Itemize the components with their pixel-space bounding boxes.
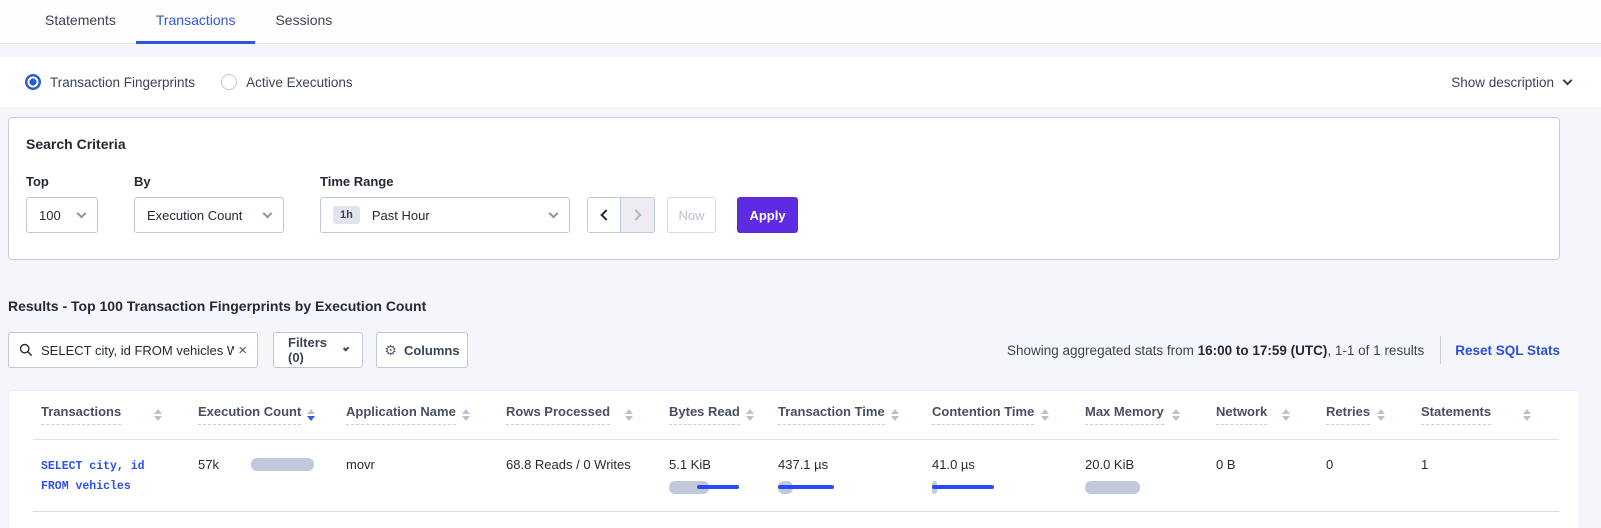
sort-icon[interactable] <box>1282 409 1290 421</box>
columns-label: Columns <box>404 343 460 358</box>
radio-label: Active Executions <box>246 75 353 90</box>
col-header-network[interactable]: Network <box>1208 391 1318 439</box>
clear-search-icon[interactable]: × <box>238 343 247 358</box>
application-name-value: movr <box>346 457 375 472</box>
search-icon <box>19 343 33 357</box>
sort-icon[interactable] <box>746 409 754 421</box>
next-time-range-button[interactable] <box>621 198 654 232</box>
sort-icon[interactable] <box>1041 409 1049 421</box>
sort-icon[interactable] <box>462 409 470 421</box>
filters-label: Filters (0) <box>288 335 336 365</box>
time-range-select[interactable]: 1h Past Hour <box>320 197 570 233</box>
col-header-bytes-read[interactable]: Bytes Read <box>661 391 770 439</box>
search-input[interactable] <box>41 343 234 358</box>
show-description-label: Show description <box>1451 75 1554 90</box>
sort-icon[interactable] <box>1172 409 1180 421</box>
bytes-read-value: 5.1 KiB <box>669 457 711 472</box>
chevron-down-icon <box>549 209 559 219</box>
chevron-down-icon <box>77 209 87 219</box>
chevron-left-icon <box>600 209 611 220</box>
transaction-time-value: 437.1 µs <box>778 457 828 472</box>
execution-count-bar <box>251 458 314 471</box>
page-tabs: Statements Transactions Sessions <box>0 0 1601 44</box>
time-range-field: Time Range 1h Past Hour <box>320 174 570 233</box>
col-header-contention-time[interactable]: Contention Time <box>924 391 1077 439</box>
col-header-transactions[interactable]: Transactions <box>33 391 190 439</box>
show-description-toggle[interactable]: Show description <box>1451 75 1571 90</box>
max-memory-value: 20.0 KiB <box>1085 457 1134 472</box>
statements-value: 1 <box>1421 457 1428 472</box>
results-table-panel: Transactions Execution Count Application… <box>8 390 1580 528</box>
aggregated-stats-text: Showing aggregated stats from 16:00 to 1… <box>1007 343 1424 358</box>
col-header-execution-count[interactable]: Execution Count <box>190 391 338 439</box>
now-button[interactable]: Now <box>667 197 716 233</box>
col-header-max-memory[interactable]: Max Memory <box>1077 391 1208 439</box>
bytes-read-bar <box>669 481 741 494</box>
search-criteria-card: Search Criteria Top 100 By Execution Cou… <box>8 117 1560 260</box>
divider <box>1440 336 1441 364</box>
contention-time-bar <box>932 481 1004 494</box>
chevron-right-icon <box>630 209 641 220</box>
gear-icon: ⚙ <box>384 342 397 359</box>
time-range-value: Past Hour <box>372 208 430 223</box>
by-value: Execution Count <box>147 208 242 223</box>
execution-count-value: 57k <box>198 457 219 472</box>
col-header-application-name[interactable]: Application Name <box>338 391 498 439</box>
filters-button[interactable]: Filters (0) <box>273 332 363 368</box>
results-heading: Results - Top 100 Transaction Fingerprin… <box>8 298 1601 314</box>
contention-time-value: 41.0 µs <box>932 457 975 472</box>
sort-icon[interactable] <box>154 409 162 421</box>
search-box: × <box>8 332 258 368</box>
retries-value: 0 <box>1326 457 1333 472</box>
sort-icon[interactable] <box>1377 409 1385 421</box>
radio-transaction-fingerprints[interactable]: Transaction Fingerprints <box>25 74 195 90</box>
top-label: Top <box>26 174 134 189</box>
by-field: By Execution Count <box>134 174 320 233</box>
sort-icon[interactable] <box>625 409 633 421</box>
chevron-down-icon <box>342 345 349 352</box>
reset-sql-stats-link[interactable]: Reset SQL Stats <box>1455 343 1560 358</box>
time-range-nav <box>587 197 655 233</box>
transaction-fingerprint-link[interactable]: SELECT city, id FROM vehicles <box>41 457 176 498</box>
col-header-rows-processed[interactable]: Rows Processed <box>498 391 661 439</box>
transaction-time-bar <box>778 481 850 494</box>
table-header-row: Transactions Execution Count Application… <box>33 391 1559 439</box>
transactions-table: Transactions Execution Count Application… <box>33 391 1559 512</box>
chevron-down-icon <box>263 209 273 219</box>
sort-icon-active-desc[interactable] <box>307 409 315 421</box>
by-label: By <box>134 174 320 189</box>
time-range-badge: 1h <box>333 206 360 224</box>
results-controls-row: × Filters (0) ⚙ Columns Showing aggregat… <box>8 332 1560 368</box>
tab-sessions[interactable]: Sessions <box>255 0 352 44</box>
search-criteria-title: Search Criteria <box>26 136 1559 152</box>
col-header-retries[interactable]: Retries <box>1318 391 1413 439</box>
time-range-label: Time Range <box>320 174 570 189</box>
col-header-statements[interactable]: Statements <box>1413 391 1559 439</box>
top-field: Top 100 <box>26 174 134 233</box>
view-toggle-strip: Transaction Fingerprints Active Executio… <box>0 57 1601 107</box>
radio-active-executions[interactable]: Active Executions <box>221 74 353 90</box>
radio-selected-icon <box>25 74 41 90</box>
columns-button[interactable]: ⚙ Columns <box>376 332 468 368</box>
top-value: 100 <box>39 208 61 223</box>
table-row: SELECT city, id FROM vehicles 57k movr 6… <box>33 439 1559 511</box>
sort-icon[interactable] <box>1523 409 1531 421</box>
previous-time-range-button[interactable] <box>588 198 621 232</box>
col-header-transaction-time[interactable]: Transaction Time <box>770 391 924 439</box>
by-select[interactable]: Execution Count <box>134 197 284 233</box>
top-select[interactable]: 100 <box>26 197 98 233</box>
radio-unselected-icon <box>221 74 237 90</box>
radio-label: Transaction Fingerprints <box>50 75 195 90</box>
rows-processed-value: 68.8 Reads / 0 Writes <box>506 457 631 472</box>
chevron-down-icon <box>1563 76 1573 86</box>
sort-icon[interactable] <box>891 409 899 421</box>
max-memory-bar <box>1085 481 1157 494</box>
apply-button[interactable]: Apply <box>737 197 798 233</box>
tab-statements[interactable]: Statements <box>25 0 136 44</box>
tab-transactions[interactable]: Transactions <box>136 0 256 44</box>
network-value: 0 B <box>1216 457 1236 472</box>
